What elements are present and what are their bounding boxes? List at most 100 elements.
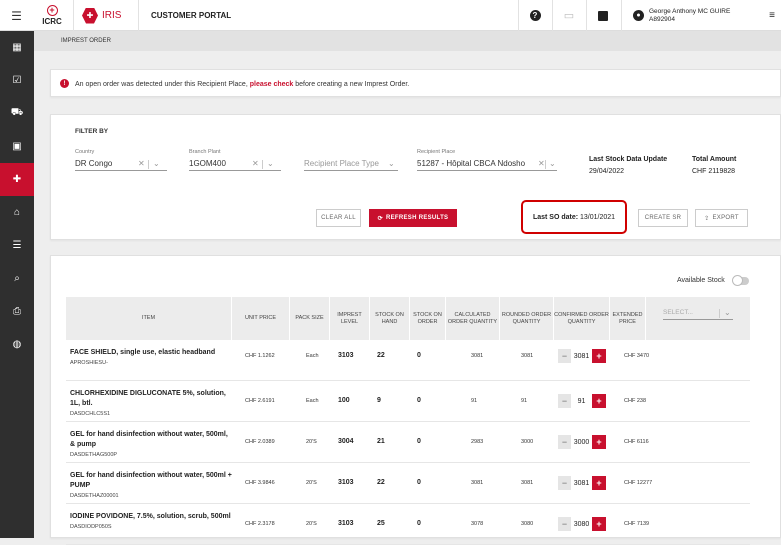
confirmed-quantity-input[interactable]: 91 bbox=[571, 394, 592, 408]
rounded-quantity: 91 bbox=[521, 398, 528, 404]
help-icon[interactable]: ? bbox=[518, 0, 552, 31]
portal-title: CUSTOMER PORTAL bbox=[151, 11, 232, 20]
breadcrumb-label: IMPREST ORDER bbox=[61, 38, 111, 44]
user-name: George Anthony MC GUIRE bbox=[649, 7, 731, 15]
recipient-place-type-select[interactable]: Recipient Place Type ⌄ bbox=[304, 159, 398, 171]
stock-on-order: 0 bbox=[417, 397, 421, 404]
dashboard-icon[interactable]: ▦ bbox=[0, 31, 34, 64]
shopping-bag-icon[interactable] bbox=[586, 0, 620, 31]
confirmed-quantity-input[interactable]: 3000 bbox=[571, 435, 592, 449]
open-order-alert: ! An open order was detected under this … bbox=[50, 69, 781, 97]
minus-icon[interactable]: − bbox=[558, 435, 571, 449]
available-stock-label: Available Stock bbox=[677, 277, 725, 284]
clear-icon[interactable]: ✕ bbox=[252, 159, 259, 168]
stock-on-order: 0 bbox=[417, 352, 421, 359]
create-sr-button[interactable]: CREATE SR bbox=[638, 209, 688, 227]
item-name: IODINE POVIDONE, 7.5%, solution, scrub, … bbox=[70, 513, 231, 530]
store-icon[interactable]: ⌂ bbox=[0, 196, 34, 229]
stock-on-order: 0 bbox=[417, 438, 421, 445]
stock-on-hand: 9 bbox=[377, 397, 381, 404]
chat-icon[interactable]: ▭ bbox=[552, 0, 586, 31]
iris-hexagon-icon: ✚ bbox=[82, 7, 98, 24]
plus-icon[interactable]: + bbox=[592, 517, 606, 531]
user-menu[interactable]: ● George Anthony MC GUIRE A892904 bbox=[633, 0, 763, 31]
confirmed-quantity-input[interactable]: 3081 bbox=[571, 349, 592, 363]
item-code: DASDETHAG500P bbox=[70, 452, 118, 458]
export-button[interactable]: ⇪ EXPORT bbox=[695, 209, 748, 227]
refresh-icon: ⟳ bbox=[377, 215, 383, 222]
item-code: DASDIODP050S bbox=[70, 524, 112, 530]
country-select[interactable]: DR Congo ✕ ⌄ bbox=[75, 159, 167, 171]
list-icon[interactable]: ☰ bbox=[0, 229, 34, 262]
pack-size: 20'S bbox=[306, 521, 317, 527]
branch-select[interactable]: 1GOM400 ✕ ⌄ bbox=[189, 159, 281, 171]
stock-on-order: 0 bbox=[417, 479, 421, 486]
truck-icon[interactable]: ⛟ bbox=[0, 97, 34, 130]
table-row: CHLORHEXIDINE DIGLUCONATE 5%, solution, … bbox=[66, 381, 750, 422]
plus-icon[interactable]: + bbox=[592, 435, 606, 449]
sidebar: ▦ ☑ ⛟ ▣ ✚ ⌂ ☰ ⌕ ⎙ ◍ bbox=[0, 31, 34, 538]
select-placeholder: SELECT... bbox=[663, 309, 693, 316]
print-icon[interactable]: ⎙ bbox=[0, 295, 34, 328]
minus-icon[interactable]: − bbox=[558, 394, 571, 408]
confirmed-quantity-input[interactable]: 3080 bbox=[571, 517, 592, 531]
confirmed-quantity-stepper[interactable]: −3081 + bbox=[558, 476, 606, 490]
icrc-logo[interactable]: + ICRC bbox=[37, 0, 67, 31]
plus-icon[interactable]: + bbox=[592, 394, 606, 408]
user-avatar-icon: ● bbox=[633, 10, 644, 21]
branch-value: 1GOM400 bbox=[189, 159, 226, 168]
table-row: GEL for hand disinfection without water,… bbox=[66, 422, 750, 463]
column-select[interactable]: SELECT... ⌄ bbox=[663, 308, 733, 320]
apps-menu-icon[interactable]: ≡ bbox=[763, 0, 781, 31]
extended-price: CHF 3470 bbox=[624, 353, 650, 359]
iris-logo[interactable]: ✚ IRIS bbox=[82, 0, 132, 31]
calculated-quantity: 91 bbox=[471, 398, 478, 404]
order-table-card: Available Stock ITEM UNIT PRICE PACK SIZE I… bbox=[50, 255, 781, 545]
minus-icon[interactable]: − bbox=[558, 517, 571, 531]
clear-icon[interactable]: ✕ bbox=[138, 159, 145, 168]
checklist-icon[interactable]: ☑ bbox=[0, 64, 34, 97]
upload-icon: ⇪ bbox=[704, 215, 710, 222]
imprest-level: 3103 bbox=[338, 520, 354, 527]
confirmed-quantity-stepper[interactable]: −3081 + bbox=[558, 349, 606, 363]
gift-icon[interactable]: ▣ bbox=[0, 130, 34, 163]
plus-icon[interactable]: + bbox=[592, 476, 606, 490]
recipient-place-select[interactable]: 51287 - Hôpital CBCA Ndosho ✕ ⌄ bbox=[417, 159, 557, 171]
refresh-results-button[interactable]: ⟳ REFRESH RESULTS bbox=[369, 209, 457, 227]
minus-icon[interactable]: − bbox=[558, 476, 571, 490]
confirmed-quantity-stepper[interactable]: −3000 + bbox=[558, 435, 606, 449]
clear-all-button[interactable]: CLEAR ALL bbox=[316, 209, 361, 227]
please-check-link[interactable]: please check bbox=[250, 81, 294, 88]
hamburger-menu-icon[interactable]: ☰ bbox=[0, 0, 33, 31]
confirmed-quantity-stepper[interactable]: −91 + bbox=[558, 394, 606, 408]
chevron-down-icon[interactable]: ⌄ bbox=[724, 308, 731, 317]
top-bar: ☰ + ICRC ✚ IRIS CUSTOMER PORTAL ? ▭ ● Ge… bbox=[0, 0, 781, 31]
column-header: STOCK ON ORDER bbox=[410, 297, 446, 340]
confirmed-quantity-input[interactable]: 3081 bbox=[571, 476, 592, 490]
search-icon[interactable]: ⌕ bbox=[0, 262, 34, 295]
extended-price: CHF 238 bbox=[624, 398, 647, 404]
available-stock-toggle[interactable] bbox=[732, 275, 749, 286]
confirmed-quantity-stepper[interactable]: −3080 + bbox=[558, 517, 606, 531]
plus-icon[interactable]: + bbox=[592, 349, 606, 363]
column-header: CALCULATED ORDER QUANTITY bbox=[446, 297, 500, 340]
column-header: UNIT PRICE bbox=[232, 297, 290, 340]
column-header: EXTENDED PRICE bbox=[610, 297, 646, 340]
clear-icon[interactable]: ✕ bbox=[536, 159, 545, 168]
item-code: DASDETHAZ00001 bbox=[70, 493, 119, 499]
chevron-down-icon[interactable]: ⌄ bbox=[388, 159, 395, 168]
recipient-place-value: 51287 - Hôpital CBCA Ndosho bbox=[417, 159, 526, 168]
rounded-quantity: 3081 bbox=[521, 480, 534, 486]
chevron-down-icon[interactable]: ⌄ bbox=[153, 159, 160, 168]
icrc-logo-text: ICRC bbox=[42, 17, 62, 26]
chevron-down-icon[interactable]: ⌄ bbox=[267, 159, 274, 168]
imprest-level: 3103 bbox=[338, 352, 354, 359]
chevron-down-icon[interactable]: ⌄ bbox=[549, 159, 556, 168]
globe-icon[interactable]: ◍ bbox=[0, 328, 34, 361]
medical-cross-icon[interactable]: ✚ bbox=[0, 163, 34, 196]
minus-icon[interactable]: − bbox=[558, 349, 571, 363]
stock-on-hand: 22 bbox=[377, 479, 385, 486]
unit-price: CHF 2.3178 bbox=[245, 521, 275, 527]
filter-title: FILTER BY bbox=[75, 128, 109, 135]
alert-icon: ! bbox=[60, 79, 69, 88]
